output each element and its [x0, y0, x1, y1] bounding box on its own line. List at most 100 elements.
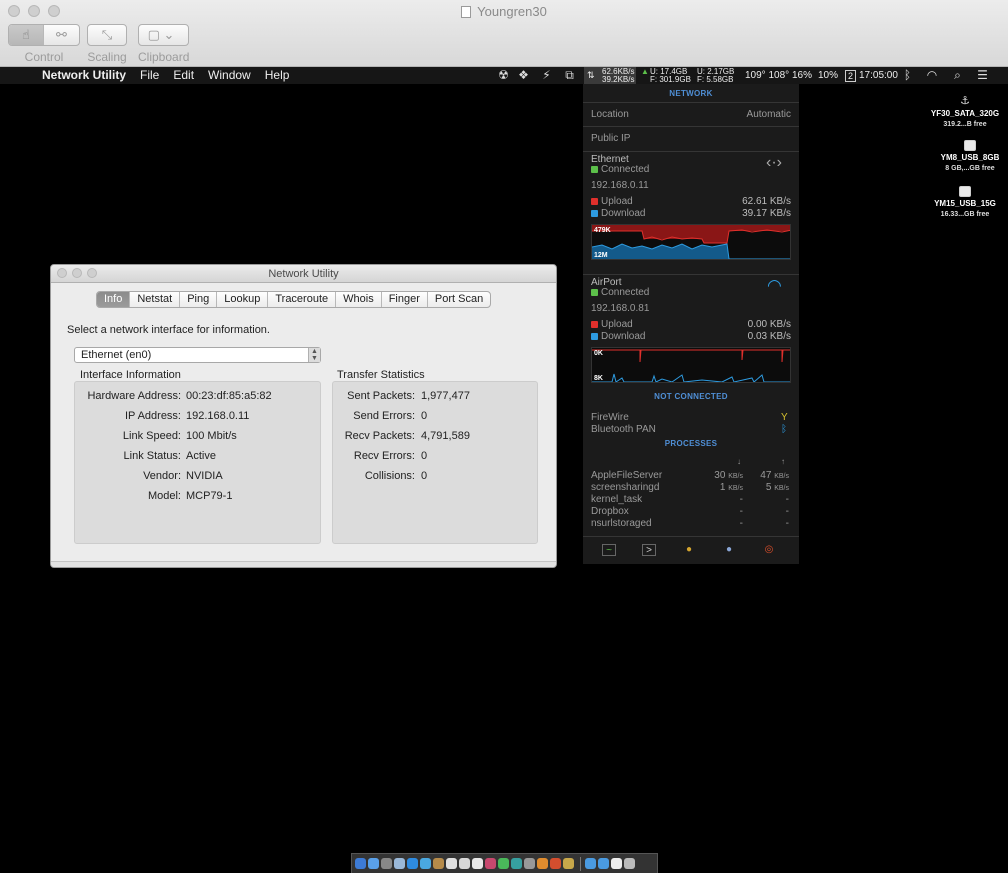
menu-file[interactable]: File [140, 67, 159, 84]
network-utility-window: Network Utility Info Netstat Ping Lookup… [50, 264, 557, 568]
safari-icon[interactable] [407, 858, 418, 869]
photos-icon[interactable] [537, 858, 548, 869]
tab-port-scan[interactable]: Port Scan [428, 292, 490, 307]
radiation-icon[interactable]: ☢ [497, 69, 510, 82]
process-up-unit: KB/s [774, 485, 789, 492]
scaling-buttons: ⤡ [87, 24, 127, 46]
airport-download-text: Download [601, 331, 646, 342]
drive-name: YM15_USB_15G [934, 199, 996, 208]
dropbox-icon[interactable]: ❖ [517, 69, 530, 82]
public-ip-label: Public IP [591, 133, 631, 144]
clipboard-label: Clipboard [138, 50, 190, 64]
tab-traceroute[interactable]: Traceroute [268, 292, 337, 307]
clipboard-buttons: ▢ ⌄ [138, 24, 190, 46]
finder-icon[interactable] [355, 858, 366, 869]
ethernet-upload-area [592, 225, 790, 243]
dock-separator [580, 856, 581, 871]
tab-netstat[interactable]: Netstat [130, 292, 181, 307]
nu-minimize-button[interactable] [72, 268, 82, 278]
location-row: Location Automatic [583, 102, 799, 124]
tab-info[interactable]: Info [97, 292, 131, 307]
airport-divider [583, 274, 799, 275]
menu-help[interactable]: Help [265, 67, 290, 84]
tab-finger[interactable]: Finger [382, 292, 428, 307]
disk-free-2[interactable]: F: 5.58GB [697, 76, 733, 84]
public-ip-row: Public IP [583, 126, 799, 148]
scaling-tool-group: ⤡ Scaling [87, 24, 127, 64]
tab-ping[interactable]: Ping [180, 292, 218, 307]
control-binoculars-icon[interactable]: ⚯ [44, 25, 79, 45]
interface-select[interactable]: Ethernet (en0) ▲ ▼ [74, 347, 321, 363]
process-up-unit: KB/s [774, 473, 789, 480]
console-dock-icon[interactable] [563, 858, 574, 869]
process-down: - [739, 506, 743, 517]
system-preferences-icon[interactable] [524, 858, 535, 869]
processes-header: PROCESSES [664, 439, 718, 448]
menu-bar: Network Utility File Edit Window Help ☢ … [0, 67, 1008, 84]
display-icon[interactable]: ⧉ [563, 69, 576, 82]
bluetooth-icon[interactable]: ᛒ [901, 69, 914, 82]
nu-zoom-button[interactable] [87, 268, 97, 278]
tab-whois[interactable]: Whois [336, 292, 382, 307]
console-icon[interactable]: ● [682, 544, 696, 556]
network-utility-titlebar[interactable]: Network Utility [51, 265, 556, 283]
drive-ym8[interactable]: YM8_USB_8GB 8 GB,...GB free [930, 140, 1008, 174]
upload-arrow-icon: ↑ [781, 457, 785, 466]
menu-clock[interactable]: 17:05:00 [859, 67, 898, 84]
sensor-temps[interactable]: 109° 108° [745, 67, 789, 84]
ethernet-graph: 479K 12M [591, 224, 791, 260]
messages-icon[interactable] [498, 858, 509, 869]
memory-usage[interactable]: 10% [818, 67, 838, 84]
downloads-stack-icon[interactable] [611, 858, 622, 869]
notification-center-icon[interactable]: ☰ [976, 69, 989, 82]
control-pointer-icon[interactable]: ☝ [9, 25, 44, 45]
airport-download-line [592, 373, 790, 382]
transfer-stats-box: Sent Packets: 1,977,477 Send Errors: 0 Rec… [332, 381, 538, 544]
space-indicator[interactable]: 2 [845, 70, 857, 82]
control-buttons: ☝ ⚯ [8, 24, 80, 46]
select-arrows-icon: ▲ ▼ [308, 348, 320, 362]
mail-icon[interactable] [420, 858, 431, 869]
info-key: Model: [147, 490, 181, 502]
interface-info-list: Hardware Address: 00:23:df:85:a5:82 IP Ad… [75, 390, 322, 510]
network-prefs-icon[interactable]: ● [722, 544, 736, 556]
process-row: AppleFileServer 30 KB/s 47 KB/s [591, 470, 791, 482]
contacts-icon[interactable] [433, 858, 444, 869]
preview-icon[interactable] [394, 858, 405, 869]
itunes-icon[interactable] [485, 858, 496, 869]
notes-icon[interactable] [459, 858, 470, 869]
activity-monitor-icon[interactable]: ~ [602, 544, 616, 556]
tab-lookup[interactable]: Lookup [217, 292, 269, 307]
launchpad-icon[interactable] [368, 858, 379, 869]
activity-icon[interactable]: ⚡ [540, 69, 553, 82]
network-menu-item[interactable]: ⇅ 62.6KB/s 39.2KB/s [584, 67, 636, 84]
airport-download-label: Download [591, 331, 645, 342]
network-stats-panel: NETWORK Location Automatic Public IP Eth… [583, 84, 799, 564]
wifi-icon[interactable]: ◠ [924, 69, 940, 82]
clipboard-tool-group: ▢ ⌄ Clipboard [138, 24, 190, 64]
applications-folder-icon[interactable] [585, 858, 596, 869]
mission-control-icon[interactable] [381, 858, 392, 869]
disk-free-1[interactable]: F: 301.9GB [650, 76, 691, 84]
menu-edit[interactable]: Edit [173, 67, 194, 84]
drive-yf30[interactable]: ⚓ YF30_SATA_320G 319.2...B free [925, 96, 1005, 130]
nu-close-button[interactable] [57, 268, 67, 278]
cpu-usage[interactable]: 16% [792, 67, 812, 84]
facetime-icon[interactable] [511, 858, 522, 869]
scaling-icon[interactable]: ⤡ [88, 25, 126, 45]
clipboard-icon[interactable]: ▢ ⌄ [139, 25, 183, 45]
reminders-icon[interactable] [472, 858, 483, 869]
trash-icon[interactable] [624, 858, 635, 869]
menu-app-name[interactable]: Network Utility [42, 67, 126, 84]
bluetooth-pan-icon: ᛒ [781, 424, 787, 435]
menu-window[interactable]: Window [208, 67, 251, 84]
interface-select-value: Ethernet (en0) [81, 349, 152, 361]
network-utility-icon[interactable]: ◎ [762, 544, 776, 556]
drive-ym15[interactable]: YM15_USB_15G 16.33...GB free [925, 186, 1005, 220]
drive-free: 8 GB,...GB free [945, 165, 995, 172]
calendar-icon[interactable] [446, 858, 457, 869]
network-utility-dock-icon[interactable] [550, 858, 561, 869]
documents-folder-icon[interactable] [598, 858, 609, 869]
spotlight-search-icon[interactable]: ⌕ [951, 69, 964, 82]
terminal-icon[interactable]: > [642, 544, 656, 556]
